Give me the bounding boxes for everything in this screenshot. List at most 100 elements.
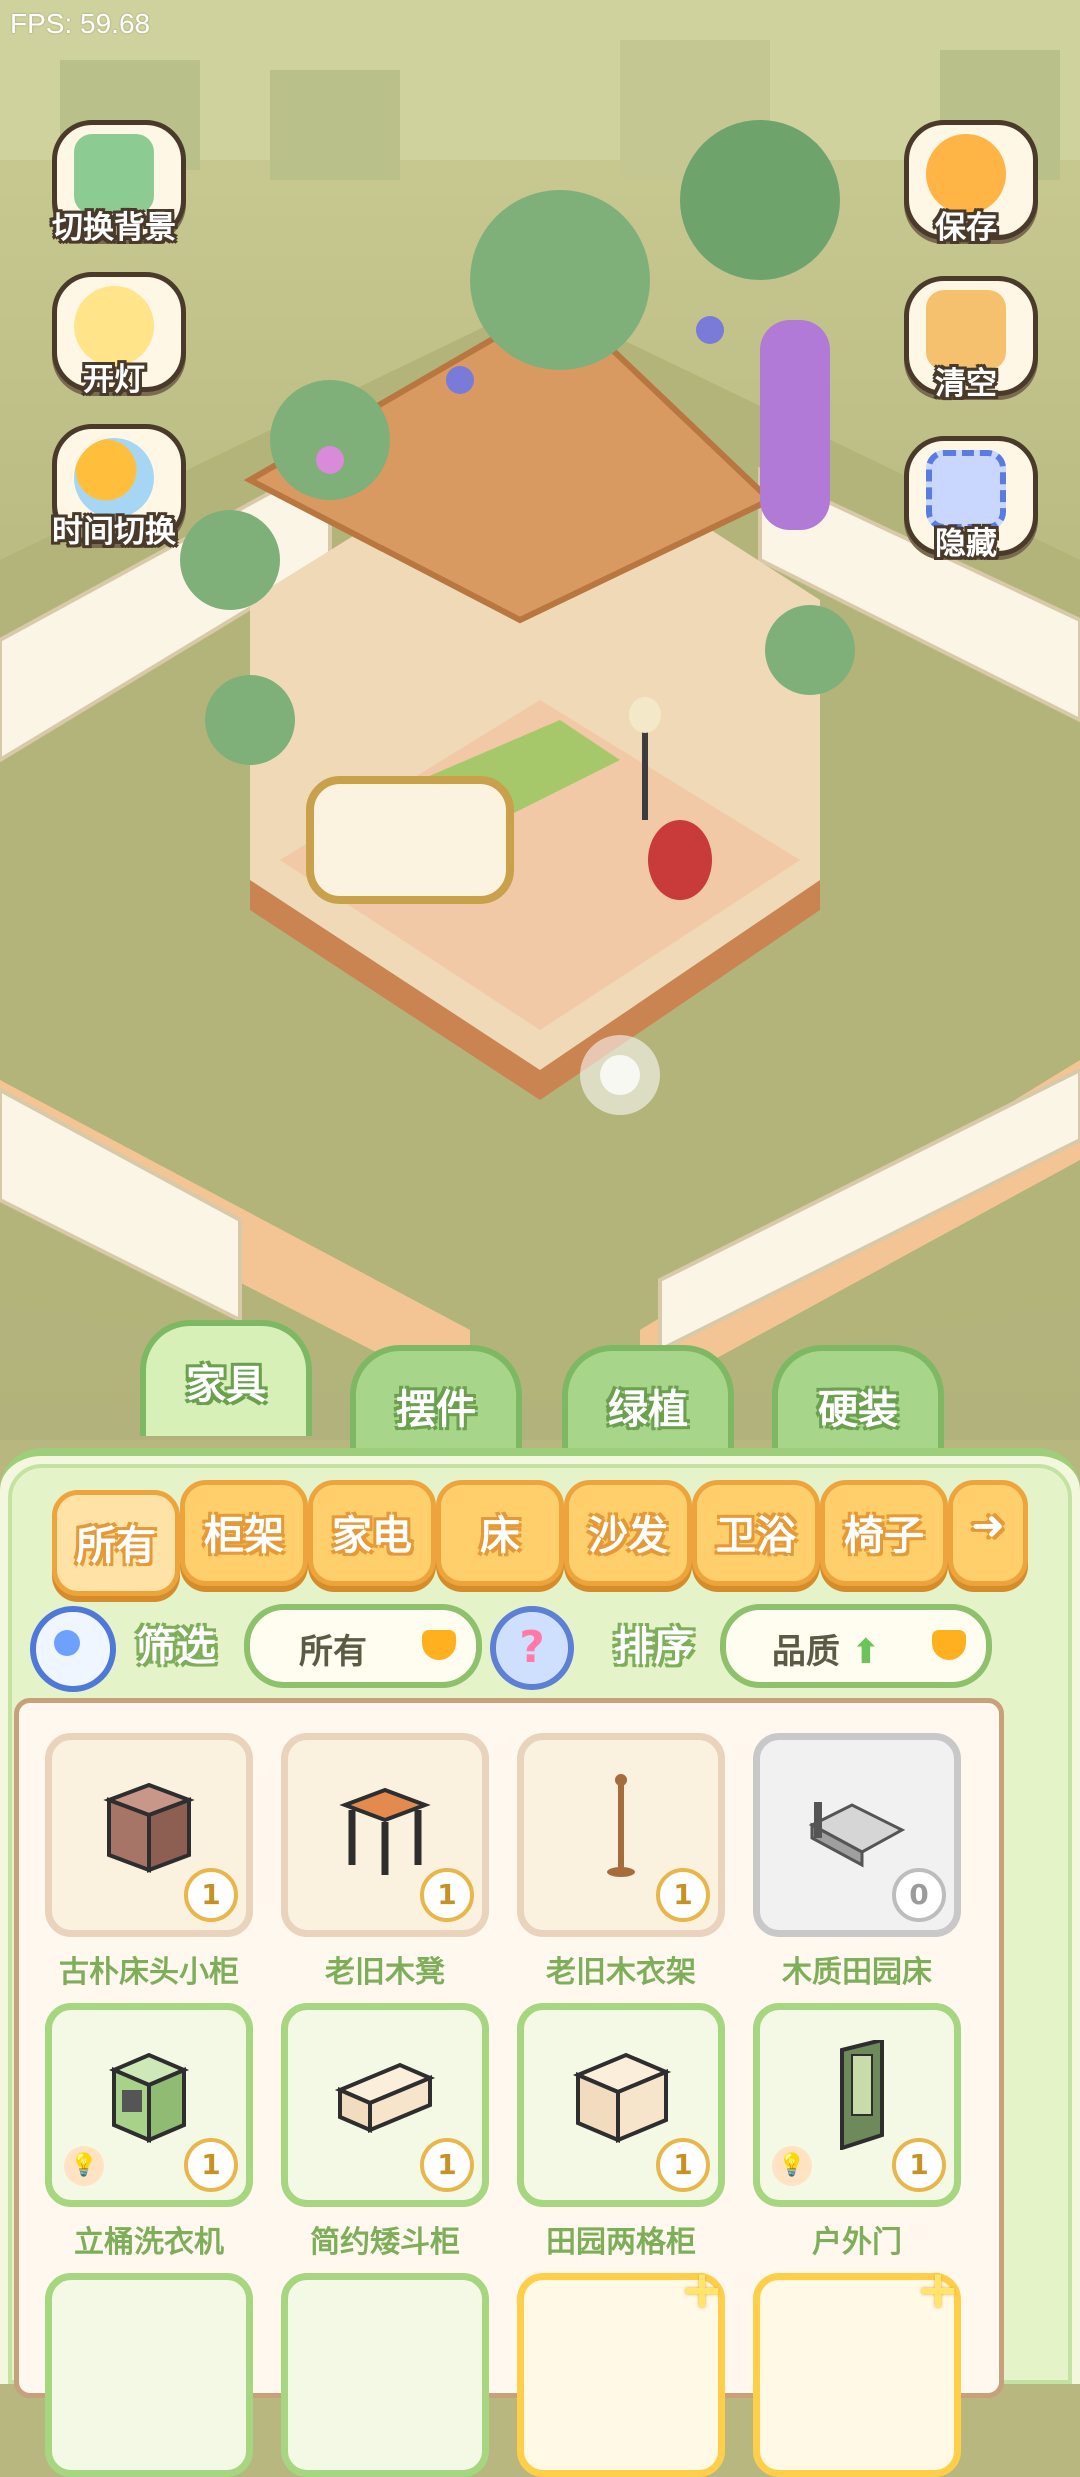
item-card-frame: 1 (281, 2003, 489, 2207)
hide-button[interactable]: 隐藏 (896, 436, 1038, 576)
sort-dropdown[interactable]: 品质 ⬆ (720, 1604, 992, 1688)
door-icon (840, 2040, 884, 2150)
item-count-badge: 1 (656, 2138, 710, 2192)
item-count-badge: 1 (656, 1868, 710, 1922)
item-name: 老旧木衣架 (546, 1955, 696, 1990)
item-card-frame: 💡 1 (753, 2003, 961, 2207)
sparkle-plus-icon: + (680, 2260, 724, 2320)
item-name: 老旧木凳 (325, 1955, 445, 1990)
item-card-frame: 💡 1 (45, 2003, 253, 2207)
category-all[interactable]: 所有 (52, 1490, 180, 1596)
item-card-frame (281, 2273, 489, 2477)
switch-background-button[interactable]: 切换背景 (44, 120, 186, 260)
category-shelves[interactable]: 柜架 (180, 1480, 308, 1586)
item-name: 田园两格柜 (546, 2225, 696, 2260)
item-name: 立桶洗衣机 (74, 2225, 224, 2260)
time-switch-button[interactable]: 时间切换 (44, 424, 186, 564)
save-button[interactable]: 保存 (896, 120, 1038, 260)
category-label: 椅子 (844, 1513, 924, 1559)
category-chairs[interactable]: 椅子 (820, 1480, 948, 1586)
item-card[interactable]: 1 老旧木衣架 (517, 1733, 725, 1991)
item-card[interactable]: 1 古朴床头小柜 (45, 1733, 253, 1991)
arrow-right-icon: ➜ (971, 1503, 1005, 1549)
item-name: 户外门 (812, 2225, 902, 2260)
filter-dropdown[interactable]: 所有 (244, 1604, 482, 1688)
item-card[interactable]: 1 田园两格柜 (517, 2003, 725, 2261)
fps-counter: FPS: 59.68 (10, 8, 151, 39)
category-appliances[interactable]: 家电 (308, 1480, 436, 1586)
switch-background-label: 切换背景 (52, 210, 176, 246)
item-card-frame: 0 (753, 1733, 961, 1937)
item-card[interactable]: 1 简约矮斗柜 (281, 2003, 489, 2261)
item-card[interactable]: 0 木质田园床 (753, 1733, 961, 1991)
item-card-frame (45, 2273, 253, 2477)
item-count-badge: 0 (892, 1868, 946, 1922)
tab-hard-decor[interactable]: 硬装 (772, 1345, 944, 1461)
category-bathroom[interactable]: 卫浴 (692, 1480, 820, 1586)
save-label: 保存 (935, 210, 997, 246)
help-icon[interactable]: ? (490, 1606, 574, 1690)
item-card[interactable] (45, 2273, 253, 2477)
lightbulb-icon: 💡 (772, 2146, 812, 2186)
lightbulb-icon: 💡 (64, 2146, 104, 2186)
item-card[interactable]: + (517, 2264, 725, 2477)
tab-hard-decor-label: 硬装 (818, 1387, 898, 1433)
light-toggle-button[interactable]: 开灯 (44, 272, 186, 412)
item-card-frame: 1 (45, 1733, 253, 1937)
time-switch-label: 时间切换 (52, 514, 176, 550)
two-door-cabinet-icon (572, 2052, 672, 2144)
item-name: 木质田园床 (782, 1955, 932, 1990)
coat-rack-icon (607, 1774, 635, 1877)
low-cabinet-icon (334, 2062, 436, 2134)
arrow-up-icon: ⬆ (851, 1632, 881, 1672)
item-card-frame: 1 (517, 1733, 725, 1937)
category-sofas[interactable]: 沙发 (564, 1480, 692, 1586)
bed-icon (808, 1802, 906, 1868)
tab-decorations[interactable]: 摆件 (350, 1345, 522, 1461)
search-icon[interactable] (30, 1606, 116, 1692)
category-next-button[interactable]: ➜ (948, 1480, 1028, 1586)
room-scene[interactable]: FPS: 59.68 切换背景 开灯 时间切换 保存 清空 隐藏 (0, 0, 1080, 1440)
item-count-badge: 1 (420, 2138, 474, 2192)
category-label: 所有 (76, 1523, 156, 1569)
filter-value: 所有 (299, 1632, 367, 1672)
dropdown-arrow-icon (932, 1630, 966, 1660)
category-bar: 所有 柜架 家电 床 沙发 卫浴 椅子 ➜ (52, 1480, 1032, 1596)
nightstand-icon (103, 1782, 195, 1873)
category-label: 家电 (332, 1513, 412, 1559)
items-grid: 1 古朴床头小柜 1 老旧木凳 1 老旧木衣架 0 木质田园床 💡 1 立桶洗衣… (14, 1698, 1004, 2477)
sort-value-text: 品质 (771, 1632, 840, 1672)
item-count-badge: 1 (892, 2138, 946, 2192)
clear-button[interactable]: 清空 (896, 276, 1038, 416)
tab-furniture[interactable]: 家具 (140, 1320, 312, 1436)
tab-plants[interactable]: 绿植 (562, 1345, 734, 1461)
item-count-badge: 1 (184, 1868, 238, 1922)
item-card-frame: 1 (517, 2003, 725, 2207)
filter-label: 筛选 (136, 1624, 216, 1670)
clear-label: 清空 (935, 366, 997, 402)
item-card[interactable]: 1 老旧木凳 (281, 1733, 489, 1991)
filter-sort-row: 筛选 所有 ? 排序 品质 ⬆ (30, 1600, 1050, 1692)
tab-decorations-label: 摆件 (396, 1387, 476, 1433)
stool-icon (339, 1787, 431, 1875)
dropdown-arrow-icon (422, 1630, 456, 1660)
category-beds[interactable]: 床 (436, 1480, 564, 1586)
category-label: 卫浴 (716, 1513, 796, 1559)
tab-plants-label: 绿植 (608, 1387, 688, 1433)
item-name: 简约矮斗柜 (310, 2225, 460, 2260)
category-label: 沙发 (588, 1513, 668, 1559)
item-count-badge: 1 (184, 2138, 238, 2192)
washing-machine-icon (108, 2052, 190, 2144)
sort-value: 品质 ⬆ (726, 1624, 926, 1673)
hide-label: 隐藏 (935, 526, 997, 562)
category-label: 柜架 (204, 1513, 284, 1559)
item-card-frame: 1 (281, 1733, 489, 1937)
item-count-badge: 1 (420, 1868, 474, 1922)
tab-furniture-label: 家具 (186, 1362, 266, 1408)
item-card[interactable]: 💡 1 户外门 (753, 2003, 961, 2261)
item-card[interactable] (281, 2273, 489, 2477)
item-card[interactable]: + (753, 2264, 961, 2477)
item-card[interactable]: 💡 1 立桶洗衣机 (45, 2003, 253, 2261)
item-card-frame: + (517, 2264, 725, 2477)
category-label: 床 (480, 1513, 520, 1559)
